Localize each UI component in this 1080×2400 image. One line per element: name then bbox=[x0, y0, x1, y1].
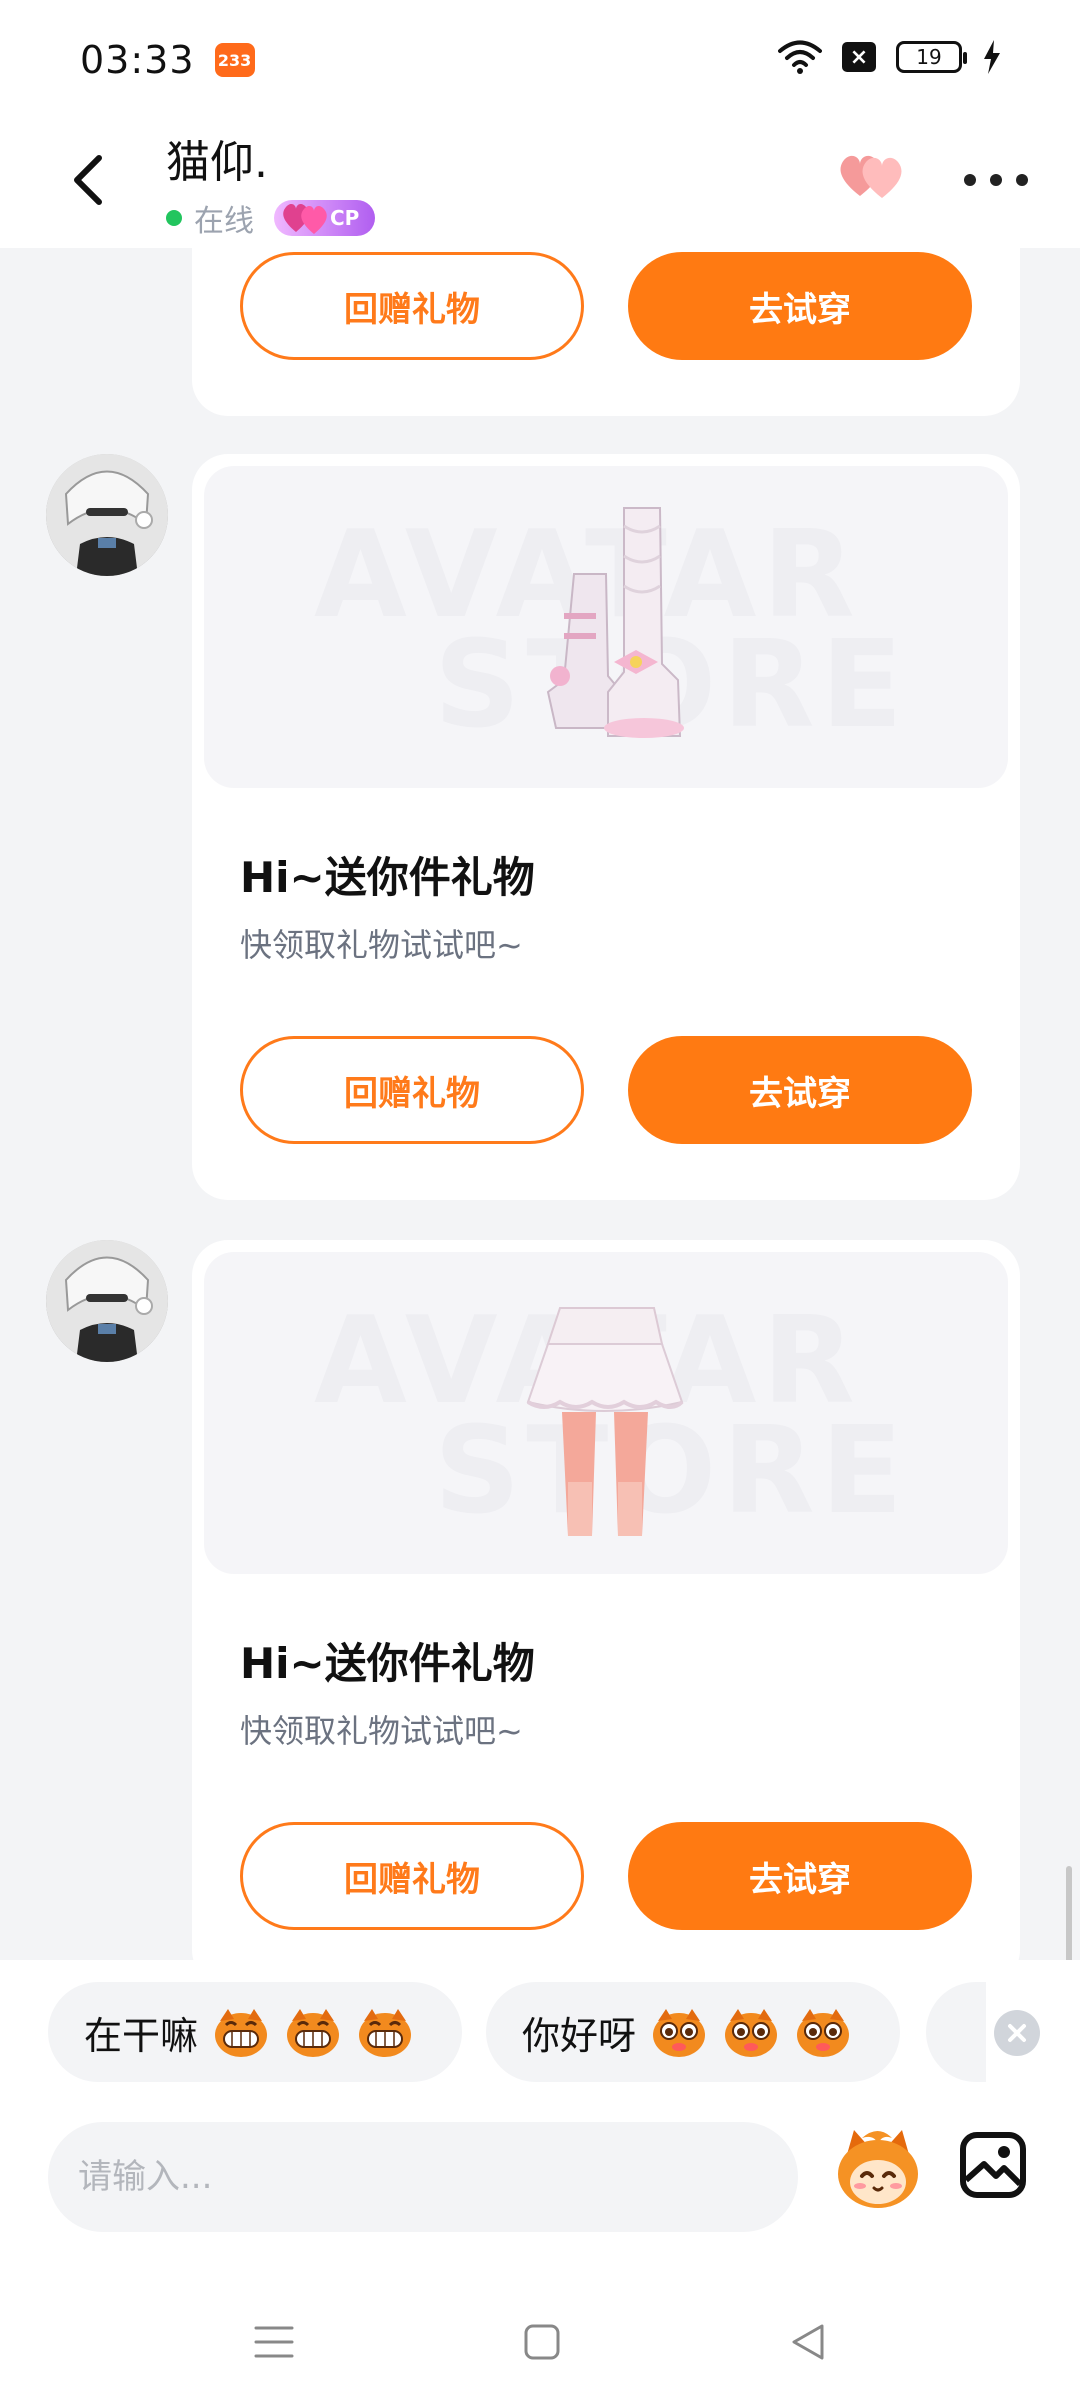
more-dot bbox=[964, 174, 976, 186]
more-dot bbox=[990, 174, 1002, 186]
try-on-button[interactable]: 去试穿 bbox=[628, 1036, 972, 1144]
sender-avatar[interactable] bbox=[46, 1240, 168, 1362]
home-square-icon bbox=[524, 2324, 560, 2360]
gift-message: AVATAR STORE Hi~送你件礼物 快领取礼物试试吧~ 回赠礼物 去试穿 bbox=[192, 1240, 1020, 1960]
system-nav-bar bbox=[0, 2290, 1080, 2400]
wifi-icon bbox=[778, 40, 822, 74]
menu-icon bbox=[254, 2326, 294, 2358]
image-button[interactable] bbox=[958, 2130, 1028, 2200]
cp-hearts-icon bbox=[283, 203, 327, 234]
nav-menu-button[interactable] bbox=[244, 2312, 304, 2372]
emoji-icon bbox=[838, 2130, 918, 2208]
return-gift-button[interactable]: 回赠礼物 bbox=[240, 1036, 584, 1144]
more-dot bbox=[1016, 174, 1028, 186]
charging-icon bbox=[984, 40, 1000, 74]
nav-back-button[interactable] bbox=[778, 2312, 838, 2372]
scrollbar-thumb[interactable] bbox=[1066, 1866, 1072, 1960]
gift-subtitle: 快领取礼物试试吧~ bbox=[240, 926, 523, 964]
back-triangle-icon bbox=[792, 2324, 824, 2360]
hello-emoji-icon bbox=[725, 2009, 778, 2057]
chat-header: 猫仰. 在线 CP bbox=[0, 120, 1080, 248]
hearts-icon bbox=[840, 155, 902, 198]
status-bar: 03:33 233 × 19 bbox=[0, 0, 1080, 120]
battery-icon: 19 bbox=[896, 41, 967, 73]
grin-emoji-icon bbox=[359, 2009, 412, 2057]
close-icon bbox=[1008, 2024, 1026, 2042]
gift-message: 回赠礼物 去试穿 bbox=[192, 248, 1020, 416]
hello-emoji-icon bbox=[653, 2009, 706, 2057]
quick-reply-chip[interactable]: 你好呀 bbox=[486, 1982, 900, 2082]
try-on-button[interactable]: 去试穿 bbox=[628, 252, 972, 360]
back-button[interactable] bbox=[58, 150, 118, 210]
gift-title: Hi~送你件礼物 bbox=[240, 853, 535, 902]
hello-emoji-icon bbox=[797, 2009, 850, 2057]
no-sim-icon: × bbox=[842, 42, 876, 72]
grin-emoji-icon bbox=[287, 2009, 340, 2057]
quick-reply-chip[interactable]: 在干嘛 bbox=[48, 1982, 462, 2082]
quick-reply-chip-partial[interactable] bbox=[926, 1982, 986, 2082]
skirt-image bbox=[526, 1307, 684, 1536]
status-time: 03:33 bbox=[80, 38, 195, 82]
intimacy-button[interactable] bbox=[836, 146, 908, 206]
gift-preview[interactable]: AVATAR STORE bbox=[204, 466, 1008, 788]
presence: 在线 CP bbox=[166, 196, 376, 240]
avatar-image bbox=[46, 1240, 168, 1362]
gift-preview[interactable]: AVATAR STORE bbox=[204, 1252, 1008, 1574]
app-notification-badge: 233 bbox=[214, 43, 255, 77]
gift-subtitle: 快领取礼物试试吧~ bbox=[240, 1712, 523, 1750]
chat-screen: 03:33 233 × 19 猫仰. 在线 CP 回赠礼物 去试穿 Hi~送你件… bbox=[0, 0, 1080, 2400]
quick-reply-bar: 在干嘛 你好呀 bbox=[0, 1982, 1080, 2082]
nav-home-button[interactable] bbox=[512, 2312, 572, 2372]
emoji-button[interactable] bbox=[832, 2120, 924, 2212]
online-status: 在线 bbox=[194, 204, 254, 239]
sender-avatar[interactable] bbox=[46, 454, 168, 576]
quick-reply-text: 你好呀 bbox=[522, 2013, 637, 2058]
chevron-left-icon bbox=[74, 155, 102, 205]
message-input[interactable] bbox=[48, 2122, 798, 2232]
try-on-button[interactable]: 去试穿 bbox=[628, 1822, 972, 1930]
return-gift-button[interactable]: 回赠礼物 bbox=[240, 252, 584, 360]
online-indicator bbox=[166, 210, 182, 226]
contact-info: 猫仰. 在线 CP bbox=[166, 126, 376, 240]
avatar-image bbox=[46, 454, 168, 576]
gift-title: Hi~送你件礼物 bbox=[240, 1639, 535, 1688]
grin-emoji-icon bbox=[215, 2009, 268, 2057]
return-gift-button[interactable]: 回赠礼物 bbox=[240, 1822, 584, 1930]
image-icon bbox=[960, 2132, 1026, 2198]
contact-name: 猫仰. bbox=[166, 137, 268, 188]
cp-label: CP bbox=[330, 206, 360, 230]
cp-badge: CP bbox=[274, 200, 376, 236]
gift-message: AVATAR STORE Hi~送你件礼物 快领取礼物试试吧~ 回赠礼物 bbox=[192, 454, 1020, 1200]
quick-reply-text: 在干嘛 bbox=[84, 2013, 199, 2058]
message-list[interactable]: 回赠礼物 去试穿 AVATAR STORE bbox=[0, 248, 1080, 1960]
more-options-button[interactable] bbox=[964, 160, 1028, 200]
status-icons: × 19 bbox=[778, 40, 1002, 74]
boots-image bbox=[546, 507, 684, 738]
close-quick-replies-button[interactable] bbox=[994, 2010, 1040, 2056]
